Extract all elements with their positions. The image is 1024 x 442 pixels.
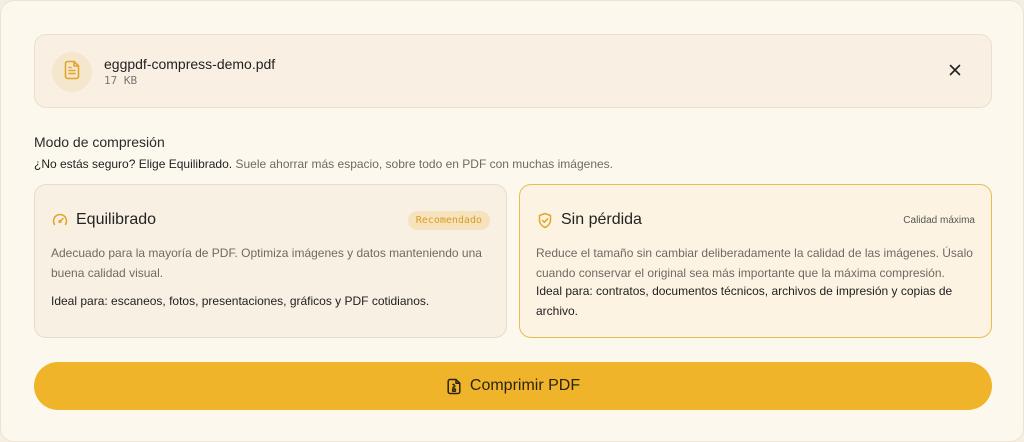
file-text-icon xyxy=(63,60,81,85)
compression-mode-title: Modo de compresión xyxy=(34,134,165,150)
gauge-icon xyxy=(51,211,69,229)
mode-card-lossless[interactable]: Sin pérdida Calidad máxima Reduce el tam… xyxy=(519,184,992,338)
file-compress-icon xyxy=(446,377,462,395)
file-card: eggpdf-compress-demo.pdf 17 KB xyxy=(34,34,992,108)
max-quality-badge: Calidad máxima xyxy=(903,214,975,226)
recommended-badge: Recomendado xyxy=(407,210,490,230)
close-icon xyxy=(949,63,961,81)
mode-ideal-for: Ideal para: contratos, documentos técnic… xyxy=(536,284,953,318)
compression-mode-hint: ¿No estás seguro? Elige Equilibrado. Sue… xyxy=(34,157,613,171)
mode-title: Sin pérdida xyxy=(561,211,642,228)
hint-rest: Suele ahorrar más espacio, sobre todo en… xyxy=(235,157,613,171)
hint-strong: ¿No estás seguro? Elige Equilibrado. xyxy=(34,157,233,171)
shield-check-icon xyxy=(536,211,554,229)
compress-pdf-button[interactable]: Comprimir PDF xyxy=(34,362,992,410)
file-icon-badge xyxy=(52,52,92,92)
file-size: 17 KB xyxy=(104,74,138,87)
compress-pdf-label: Comprimir PDF xyxy=(469,377,581,394)
mode-description: Reduce el tamaño sin cambiar deliberadam… xyxy=(536,246,973,280)
file-name: eggpdf-compress-demo.pdf xyxy=(104,56,276,72)
mode-ideal-for: Ideal para: escaneos, fotos, presentacio… xyxy=(51,294,430,308)
mode-description: Adecuado para la mayoría de PDF. Optimiz… xyxy=(51,246,482,280)
mode-title: Equilibrado xyxy=(76,211,157,228)
mode-card-header: Sin pérdida Calidad máxima xyxy=(536,207,975,233)
mode-card-header: Equilibrado Recomendado xyxy=(51,207,490,233)
compress-panel: eggpdf-compress-demo.pdf 17 KB Modo de c… xyxy=(0,0,1024,442)
remove-file-button[interactable] xyxy=(944,61,966,83)
mode-card-balanced[interactable]: Equilibrado Recomendado Adecuado para la… xyxy=(34,184,507,338)
